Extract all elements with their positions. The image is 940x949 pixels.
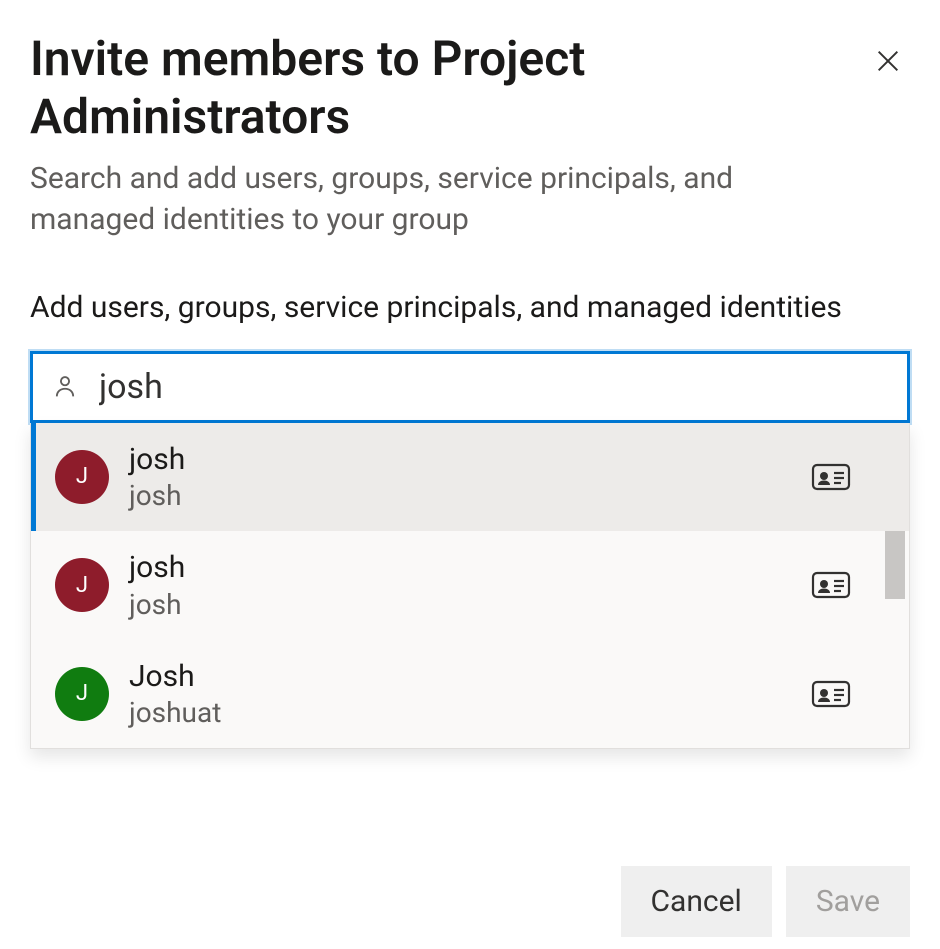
panel-title: Invite members to Project Administrators <box>30 30 750 145</box>
panel-header: Invite members to Project Administrators <box>30 30 910 145</box>
contact-card-icon[interactable] <box>811 463 851 491</box>
result-text: joshjosh <box>129 549 791 622</box>
result-subtitle: josh <box>129 478 791 513</box>
close-icon <box>874 47 902 78</box>
search-input[interactable] <box>99 367 889 407</box>
avatar: J <box>55 667 109 721</box>
search-result[interactable]: J Joshjoshuat <box>31 640 909 749</box>
avatar: J <box>55 558 109 612</box>
contact-card-icon[interactable] <box>811 680 851 708</box>
person-icon <box>51 373 79 401</box>
save-button: Save <box>786 866 910 937</box>
result-text: joshjosh <box>129 441 791 514</box>
contact-card-icon[interactable] <box>811 571 851 599</box>
search-box[interactable] <box>30 351 910 423</box>
search-results-dropdown: JjoshjoshJjoshjoshJJoshjoshuat <box>30 423 910 750</box>
cancel-button[interactable]: Cancel <box>621 866 772 937</box>
result-text: Joshjoshuat <box>129 658 791 731</box>
avatar: J <box>55 450 109 504</box>
close-button[interactable] <box>866 40 910 84</box>
result-name: Josh <box>129 658 791 696</box>
panel-footer: Cancel Save <box>621 866 911 937</box>
results-list: JjoshjoshJjoshjoshJJoshjoshuat <box>31 423 909 749</box>
result-name: josh <box>129 549 791 587</box>
search-result[interactable]: Jjoshjosh <box>31 531 909 640</box>
search-field: JjoshjoshJjoshjoshJJoshjoshuat <box>30 351 910 423</box>
result-name: josh <box>129 441 791 479</box>
invite-members-panel: Invite members to Project Administrators… <box>0 0 940 423</box>
panel-subtitle: Search and add users, groups, service pr… <box>30 159 850 240</box>
result-subtitle: josh <box>129 587 791 622</box>
search-result[interactable]: Jjoshjosh <box>31 423 909 532</box>
result-subtitle: joshuat <box>129 695 791 730</box>
search-field-label: Add users, groups, service principals, a… <box>30 288 910 329</box>
